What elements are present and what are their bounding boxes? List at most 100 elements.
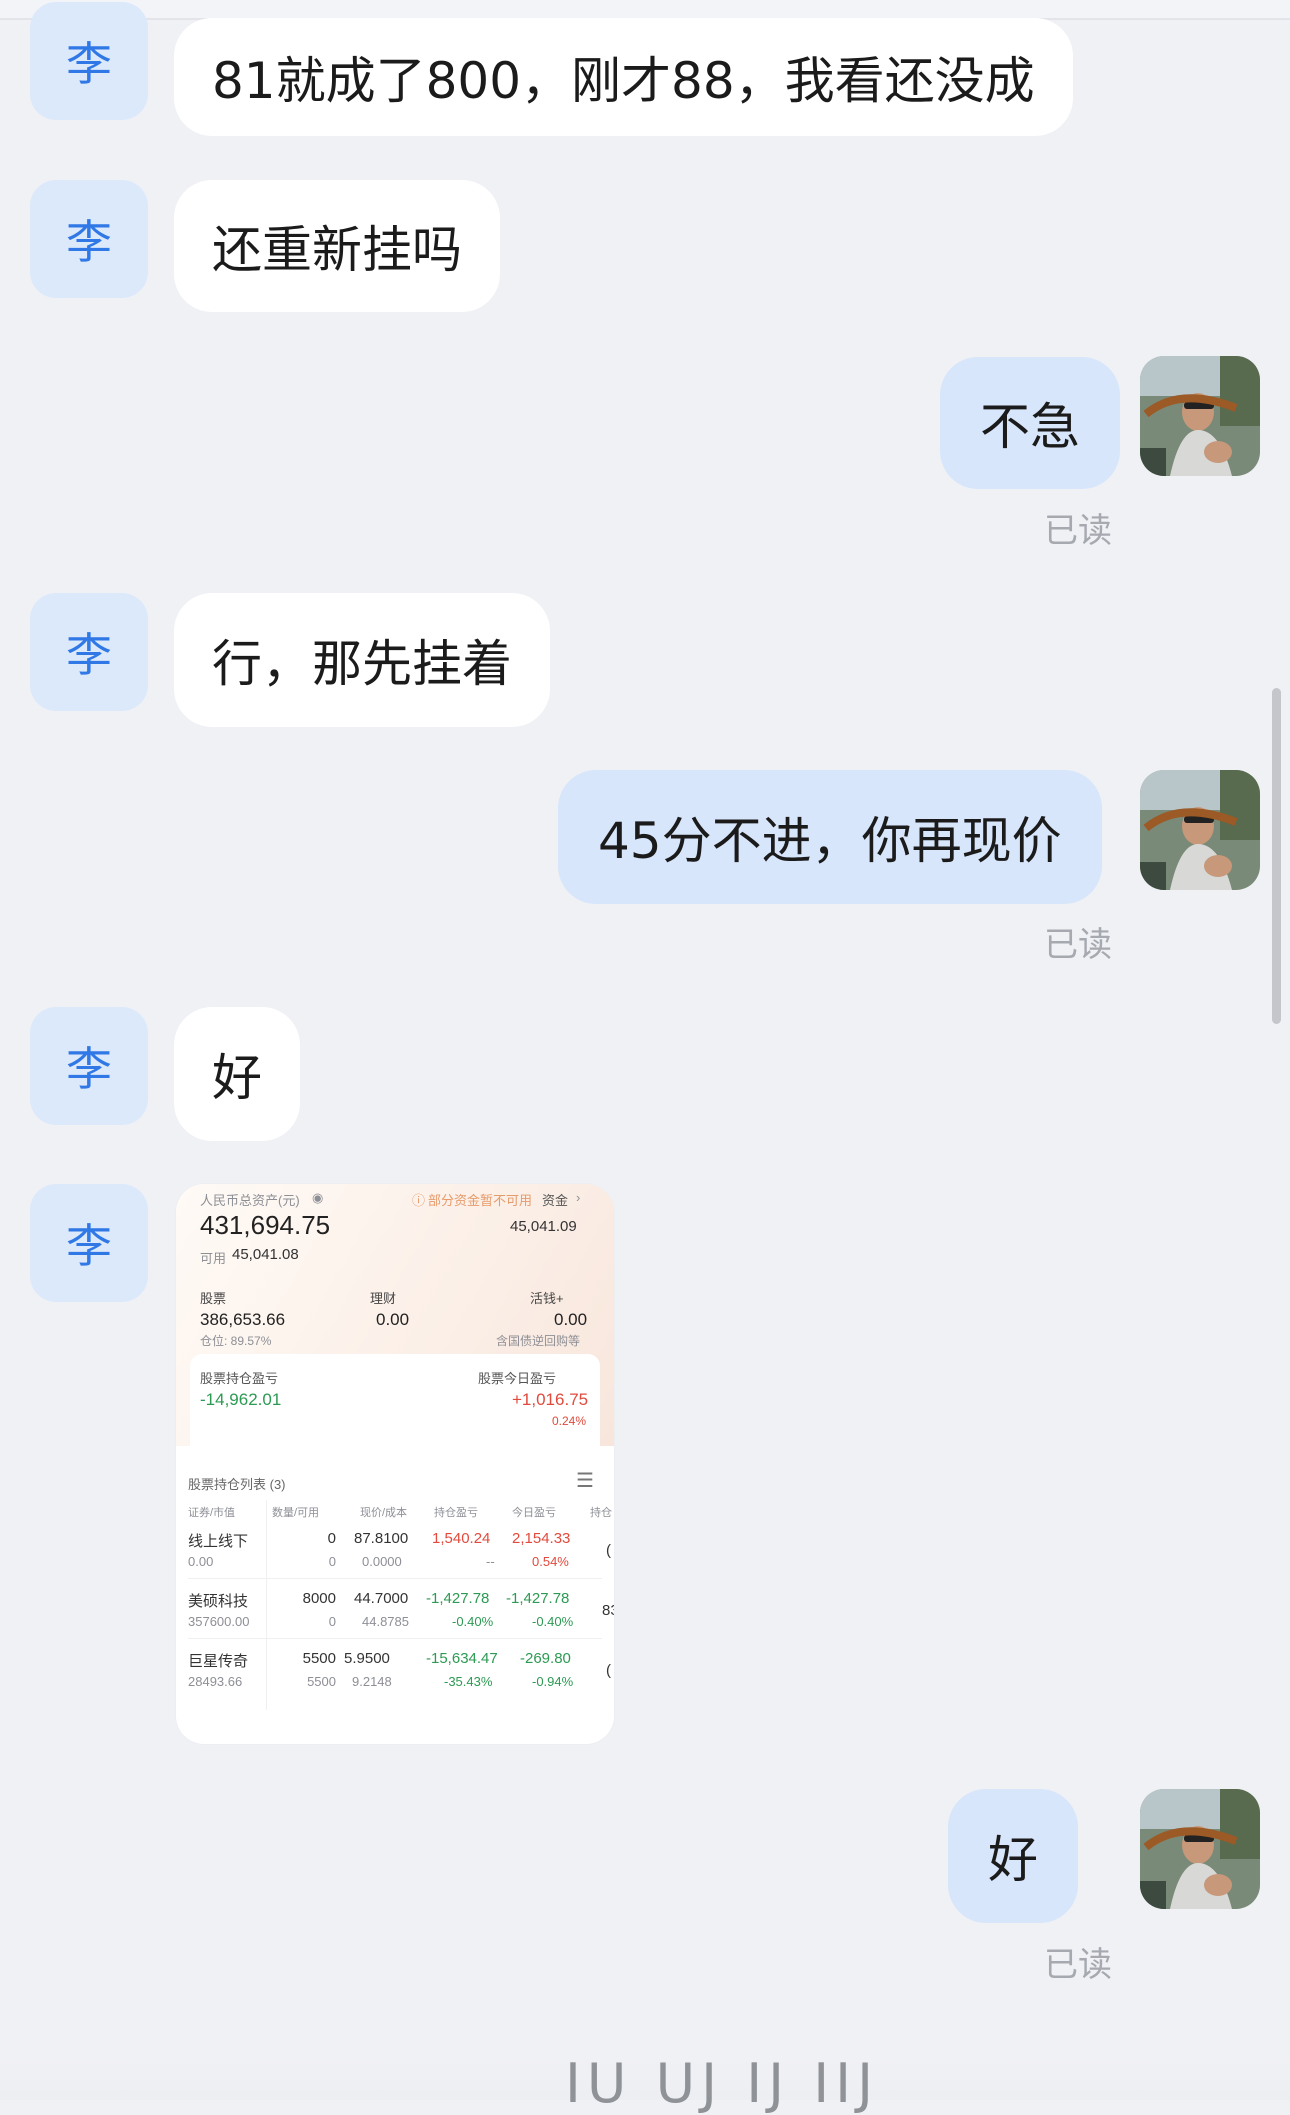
message-text: 好 [988, 1831, 1038, 1889]
read-status: 已读 [1044, 1945, 1112, 1985]
stocks-value: 386,653.66 [200, 1310, 286, 1329]
contact-avatar-label: 李 [66, 1042, 112, 1096]
total-assets-value: 431,694.75 [200, 1210, 331, 1240]
image-message-stock-screenshot[interactable]: 人民币总资产(元) ◉ ⓘ 部分资金暂不可用 资金 › 431,694.75 4… [176, 1184, 614, 1744]
funds-value: 45,041.09 [510, 1218, 577, 1235]
total-assets-label: 人民币总资产(元) [200, 1193, 300, 1208]
contact-avatar-label: 李 [66, 37, 112, 91]
contact-avatar[interactable]: 李 [30, 2, 148, 120]
my-avatar[interactable] [1140, 1789, 1260, 1909]
wealth-label[interactable]: 理财 [370, 1288, 396, 1307]
driver-photo-icon [1140, 356, 1260, 476]
cost: 0.0000 [362, 1554, 402, 1569]
huoqian-value: 0.00 [554, 1310, 588, 1329]
message-bubble-incoming[interactable]: 还重新挂吗 [174, 180, 500, 312]
driver-photo-icon [1140, 770, 1260, 890]
watermark: IU UJ IJ IIJ [565, 2052, 880, 2115]
market-value: 357600.00 [188, 1614, 250, 1629]
holding-pl-pct: -- [486, 1554, 495, 1569]
quantity: 0 [327, 1530, 336, 1547]
menu-icon[interactable]: ☰ [576, 1468, 594, 1493]
message-text: 还重新挂吗 [212, 221, 462, 279]
holding-pl-pct: -0.40% [452, 1614, 494, 1629]
message-text: 81就成了800，刚才88，我看还没成 [212, 52, 1035, 110]
contact-avatar[interactable]: 李 [30, 593, 148, 711]
eye-icon: ◉ [312, 1190, 324, 1205]
cost: 9.2148 [352, 1674, 392, 1689]
my-avatar[interactable] [1140, 356, 1260, 476]
cut-off-cell: 83 [602, 1602, 614, 1619]
today-pl: -269.80 [520, 1650, 571, 1667]
partial-notice: 部分资金暂不可用 [428, 1193, 533, 1208]
holding-pl: -1,427.78 [426, 1590, 490, 1607]
price: 87.8100 [354, 1530, 409, 1547]
contact-avatar-label: 李 [66, 215, 112, 269]
available-qty: 0 [328, 1554, 336, 1569]
cut-off-cell: ( [606, 1542, 611, 1559]
wealth-value: 0.00 [376, 1310, 410, 1329]
holding-pl: -15,634.47 [426, 1650, 498, 1667]
today-pl-value: +1,016.75 [512, 1390, 589, 1409]
holding-pl: 1,540.24 [432, 1530, 491, 1547]
message-text: 45分不进，你再现价 [598, 812, 1062, 870]
scrollbar[interactable] [1272, 688, 1281, 1024]
message-text: 行，那先挂着 [212, 635, 512, 693]
info-icon: ⓘ [412, 1193, 426, 1208]
available-qty: 0 [328, 1614, 336, 1629]
contact-avatar[interactable]: 李 [30, 1184, 148, 1302]
holding-pl-pct: -35.43% [444, 1674, 493, 1689]
stock-name: 美硕科技 [188, 1593, 249, 1610]
available-value: 45,041.08 [232, 1246, 299, 1263]
row-divider [188, 1578, 602, 1579]
available-qty: 5500 [307, 1674, 336, 1689]
available-label: 可用 [200, 1251, 227, 1266]
message-bubble-outgoing[interactable]: 好 [948, 1789, 1078, 1923]
huoqian-note: 含国债逆回购等 [496, 1334, 581, 1348]
row-divider [188, 1638, 602, 1639]
read-status: 已读 [1044, 511, 1112, 551]
message-bubble-outgoing[interactable]: 不急 [940, 357, 1120, 489]
holdings-list-title: 股票持仓列表 (3) [188, 1477, 286, 1492]
cost: 44.8785 [362, 1614, 409, 1629]
stock-name: 巨星传奇 [188, 1653, 249, 1670]
stock-name: 线上线下 [188, 1533, 249, 1550]
message-bubble-incoming[interactable]: 81就成了800，刚才88，我看还没成 [174, 18, 1073, 136]
message-bubble-outgoing[interactable]: 45分不进，你再现价 [558, 770, 1102, 904]
today-pl-pct: 0.24% [552, 1414, 587, 1428]
message-bubble-incoming[interactable]: 好 [174, 1007, 300, 1141]
position-ratio: 仓位: 89.57% [200, 1334, 272, 1348]
quantity: 8000 [302, 1590, 336, 1607]
huoqian-label[interactable]: 活钱+ [530, 1288, 564, 1307]
message-text: 不急 [980, 398, 1080, 456]
funds-label[interactable]: 资金 [542, 1190, 568, 1209]
price: 44.7000 [354, 1590, 409, 1607]
contact-avatar[interactable]: 李 [30, 1007, 148, 1125]
column-header: 持仓盈亏 [434, 1507, 478, 1519]
price: 5.9500 [344, 1650, 390, 1667]
column-header: 证券/市值 [188, 1507, 236, 1519]
today-pl: 2,154.33 [512, 1530, 571, 1547]
driver-photo-icon [1140, 1789, 1260, 1909]
holding-pl-value: -14,962.01 [200, 1390, 282, 1409]
today-pl-label: 股票今日盈亏 [478, 1371, 557, 1386]
quantity: 5500 [302, 1650, 336, 1667]
top-divider [0, 0, 1290, 20]
column-header: 今日盈亏 [512, 1507, 556, 1519]
market-value: 0.00 [188, 1554, 214, 1569]
message-bubble-incoming[interactable]: 行，那先挂着 [174, 593, 550, 727]
read-status: 已读 [1044, 925, 1112, 965]
stocks-label[interactable]: 股票 [200, 1288, 226, 1307]
contact-avatar[interactable]: 李 [30, 180, 148, 298]
today-pl-pct: 0.54% [532, 1554, 569, 1569]
today-pl: -1,427.78 [506, 1590, 570, 1607]
column-header: 持仓 [590, 1507, 612, 1519]
column-header: 数量/可用 [272, 1507, 320, 1519]
column-header: 现价/成本 [360, 1507, 408, 1519]
message-text: 好 [212, 1049, 262, 1107]
today-pl-pct: -0.40% [532, 1614, 574, 1629]
frozen-column-divider [266, 1500, 267, 1710]
contact-avatar-label: 李 [66, 1219, 112, 1273]
today-pl-pct: -0.94% [532, 1674, 574, 1689]
chevron-right-icon: › [576, 1190, 581, 1205]
my-avatar[interactable] [1140, 770, 1260, 890]
